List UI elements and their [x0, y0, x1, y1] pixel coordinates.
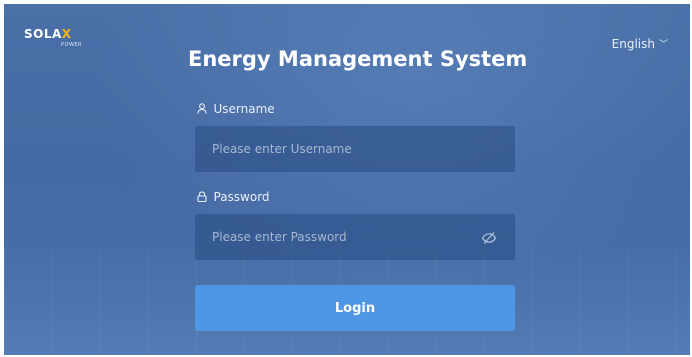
- password-label-text: Password: [213, 190, 270, 204]
- username-field[interactable]: [195, 126, 515, 172]
- login-screen: SOLAX POWER English ﹀ Energy Management S…: [4, 4, 690, 355]
- login-button[interactable]: Login: [195, 285, 515, 331]
- lock-icon: [197, 191, 211, 204]
- language-selector[interactable]: English ﹀: [612, 37, 668, 51]
- logo-x: X: [61, 27, 72, 41]
- logo-subtext: POWER: [61, 42, 83, 48]
- language-label: English: [611, 37, 655, 51]
- eye-slash-icon[interactable]: [481, 230, 497, 244]
- username-input[interactable]: [195, 126, 502, 172]
- username-label: Username: [197, 102, 275, 116]
- person-icon: [197, 103, 211, 116]
- page-title: Energy Management System: [188, 47, 528, 71]
- logo-text: SOLA: [24, 27, 62, 41]
- password-label: Password: [197, 190, 270, 204]
- solax-logo: SOLAX: [24, 28, 72, 40]
- password-field[interactable]: [195, 214, 515, 260]
- username-label-text: Username: [213, 102, 275, 116]
- chevron-down-icon: ﹀: [658, 40, 668, 50]
- password-input[interactable]: [195, 214, 502, 260]
